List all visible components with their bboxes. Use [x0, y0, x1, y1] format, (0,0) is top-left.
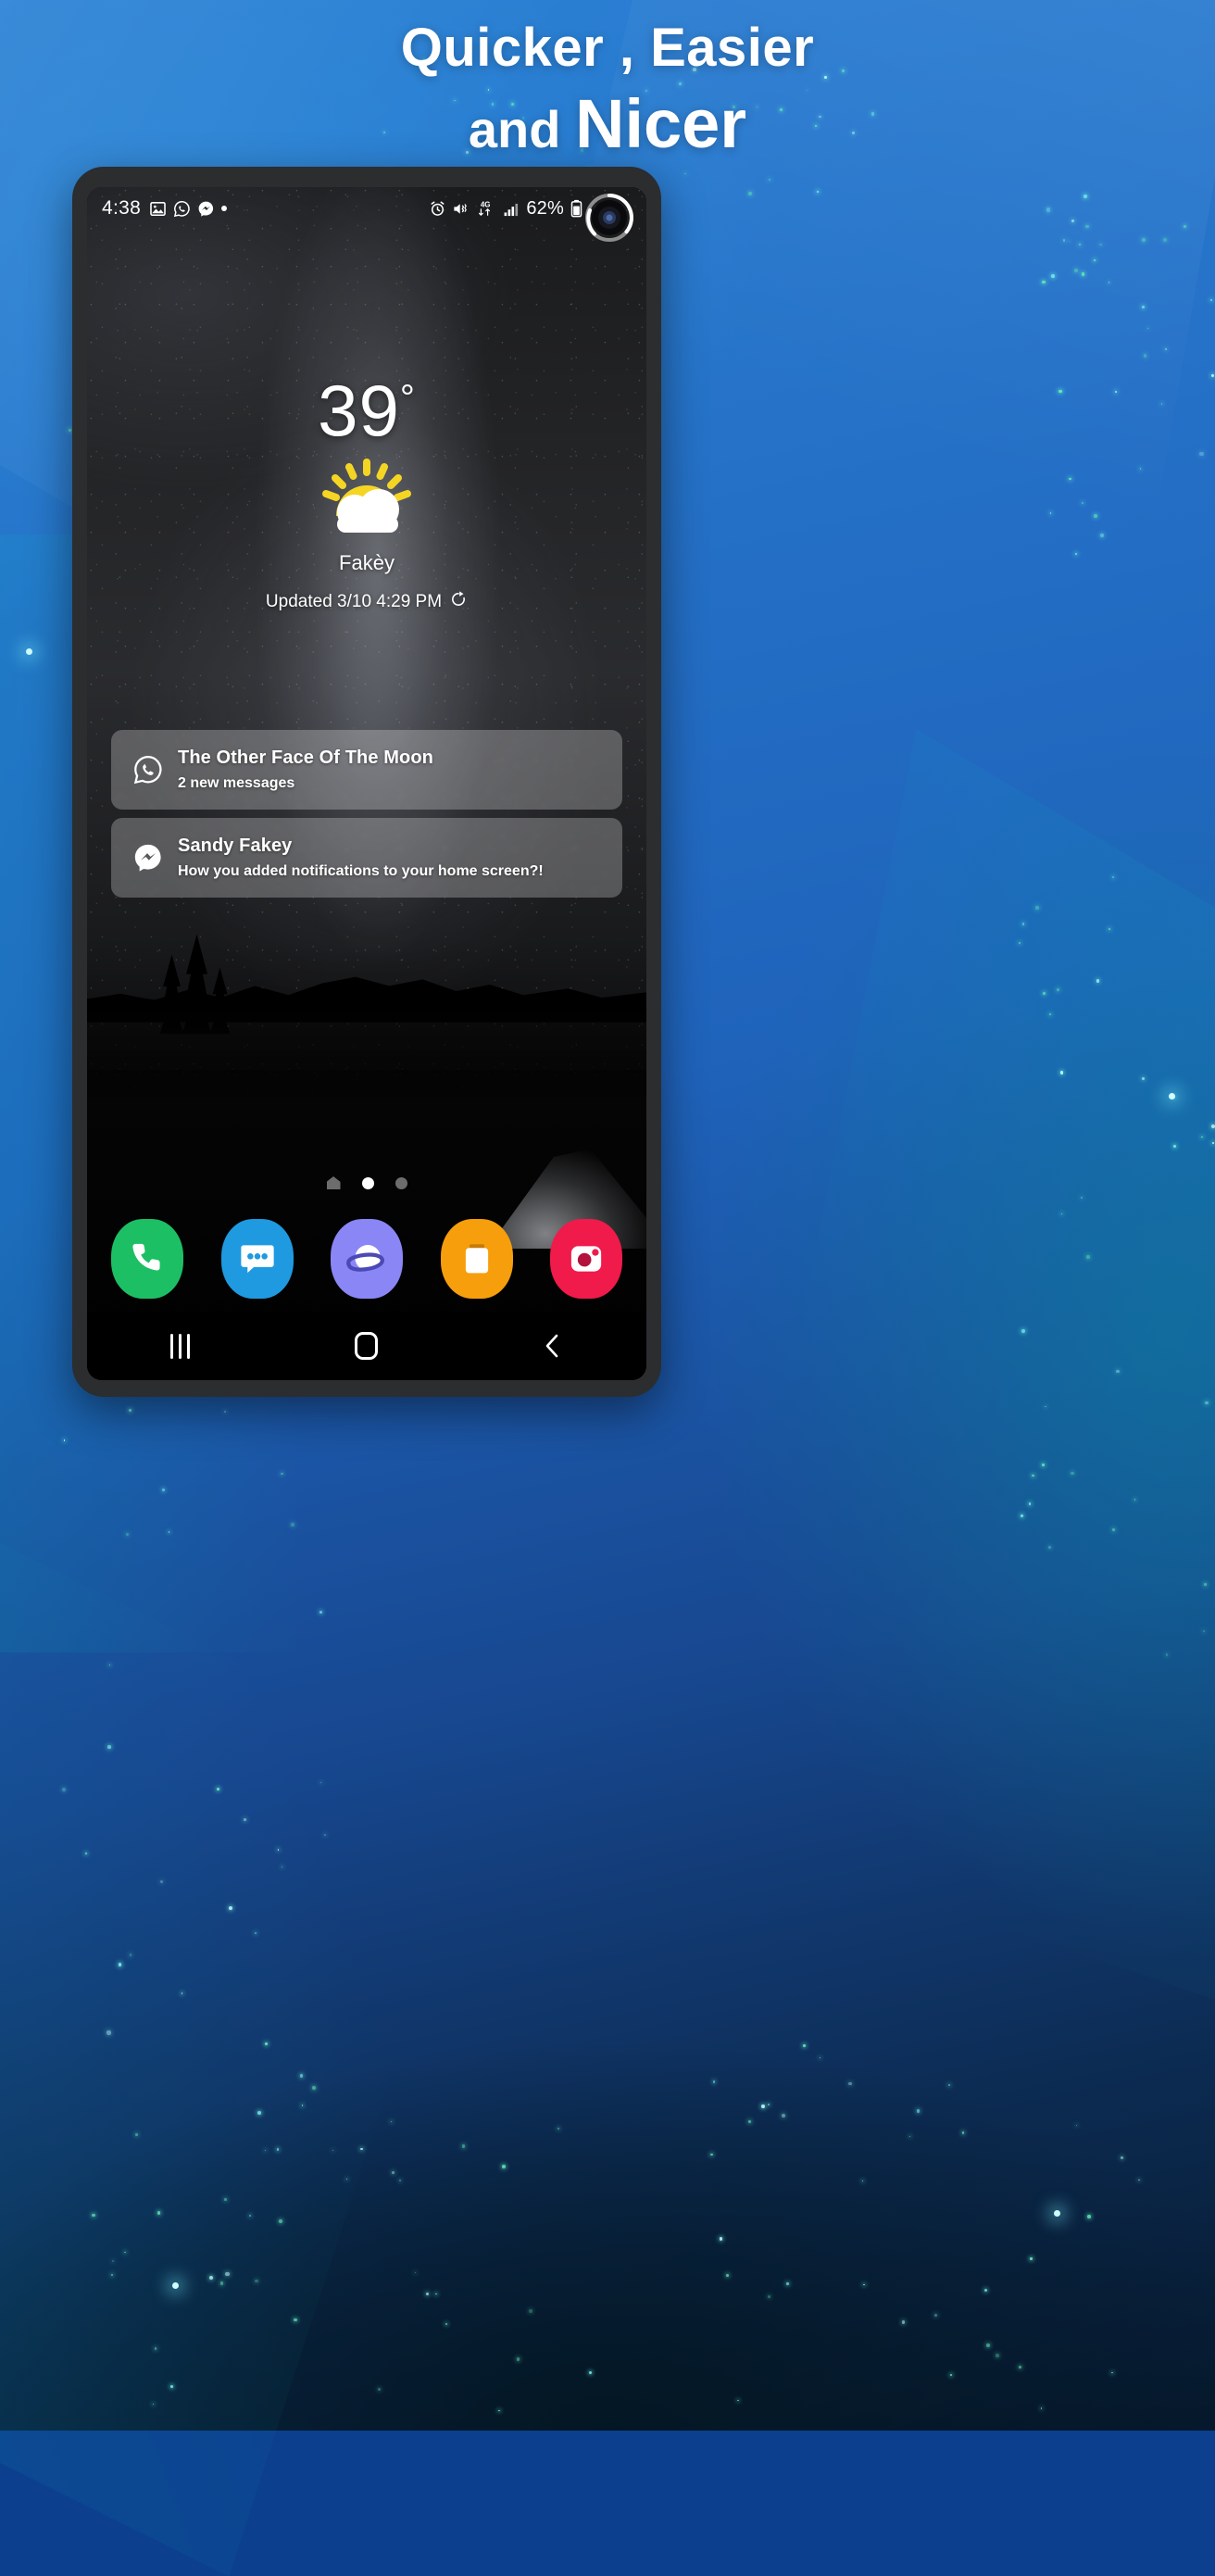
weather-widget[interactable]: 39° Fakèy Updated 3/10 4:29 PM [87, 369, 646, 614]
dock-app-camera[interactable] [550, 1219, 622, 1299]
weather-city: Fakèy [339, 551, 395, 574]
battery-icon [570, 199, 583, 218]
status-notification-icons [149, 200, 228, 218]
messages-icon [240, 1245, 274, 1274]
notification-title: Sandy Fakey [178, 836, 293, 856]
app-dock [87, 1219, 646, 1299]
mute-vibrate-icon [452, 200, 470, 218]
camera-icon [570, 1246, 602, 1272]
partly-cloudy-icon [87, 459, 646, 538]
whatsapp-icon [128, 749, 169, 790]
alarm-icon [429, 200, 446, 218]
headline-line-2-small: and [468, 99, 575, 158]
home-button[interactable] [325, 1323, 408, 1369]
dot-icon [221, 206, 228, 211]
battery-percent-label: 62% [526, 197, 564, 219]
phone-screen: 4:38 4G 62% 39° Fakèy Updated 3/10 4:29 … [87, 187, 646, 1380]
notification-title: The Other Face Of The Moon [178, 748, 433, 768]
weather-temperature: 39° [87, 369, 646, 453]
headline-line-1: Quicker , Easier [400, 18, 815, 78]
status-system-icons: 4G 62% [429, 198, 583, 220]
back-icon [546, 1334, 558, 1358]
notification-text: The Other Face Of The Moon 2 new message… [178, 748, 606, 792]
headline-line-2: and Nicer [0, 78, 1215, 170]
phone-device-frame: 4:38 4G 62% 39° Fakèy Updated 3/10 4:29 … [72, 167, 661, 1397]
weather-degree-symbol: ° [399, 378, 416, 419]
messenger-icon [128, 837, 169, 878]
weather-updated-row[interactable]: Updated 3/10 4:29 PM [87, 590, 646, 614]
notification-body: 2 new messages [178, 775, 295, 791]
weather-updated-label: Updated 3/10 4:29 PM [265, 592, 443, 611]
recents-button[interactable] [139, 1323, 222, 1369]
notification-card[interactable]: Sandy Fakey How you added notifications … [111, 818, 622, 898]
dock-app-my-files[interactable] [440, 1219, 513, 1299]
page-indicator [87, 1176, 646, 1189]
notification-list: The Other Face Of The Moon 2 new message… [111, 730, 622, 906]
weather-temperature-value: 39 [318, 370, 400, 451]
background-polygon [704, 729, 1215, 2067]
background-polygon [0, 1506, 486, 2576]
dock-app-internet[interactable] [331, 1219, 403, 1299]
gallery-icon [149, 200, 167, 218]
notification-body: How you added notifications to your home… [178, 863, 544, 879]
signal-bars-icon [503, 200, 520, 218]
home-icon [355, 1332, 379, 1360]
refresh-icon[interactable] [449, 590, 468, 614]
svg-text:4G: 4G [481, 200, 491, 208]
4g-data-icon: 4G [475, 199, 497, 218]
internet-icon [346, 1245, 384, 1272]
files-icon [465, 1244, 488, 1274]
page-dot-active[interactable] [361, 1176, 374, 1189]
punch-hole-camera-icon [585, 194, 633, 242]
back-button[interactable] [511, 1323, 595, 1369]
status-bar: 4:38 4G 62% [87, 187, 646, 230]
notification-text: Sandy Fakey How you added notifications … [178, 836, 606, 880]
whatsapp-icon [173, 200, 191, 218]
dock-app-messages[interactable] [220, 1219, 294, 1299]
notification-card[interactable]: The Other Face Of The Moon 2 new message… [111, 730, 622, 810]
phone-icon [132, 1243, 160, 1271]
status-clock: 4:38 [102, 197, 142, 219]
headline-line-2-emphasis: Nicer [575, 84, 747, 162]
navigation-bar [87, 1312, 646, 1380]
home-page-icon[interactable] [326, 1176, 341, 1189]
messenger-icon [197, 200, 215, 218]
dock-app-phone[interactable] [111, 1219, 183, 1299]
recents-icon [170, 1333, 191, 1359]
page-dot[interactable] [395, 1176, 407, 1189]
promo-headline: Quicker , Easier and Nicer [0, 0, 1215, 170]
